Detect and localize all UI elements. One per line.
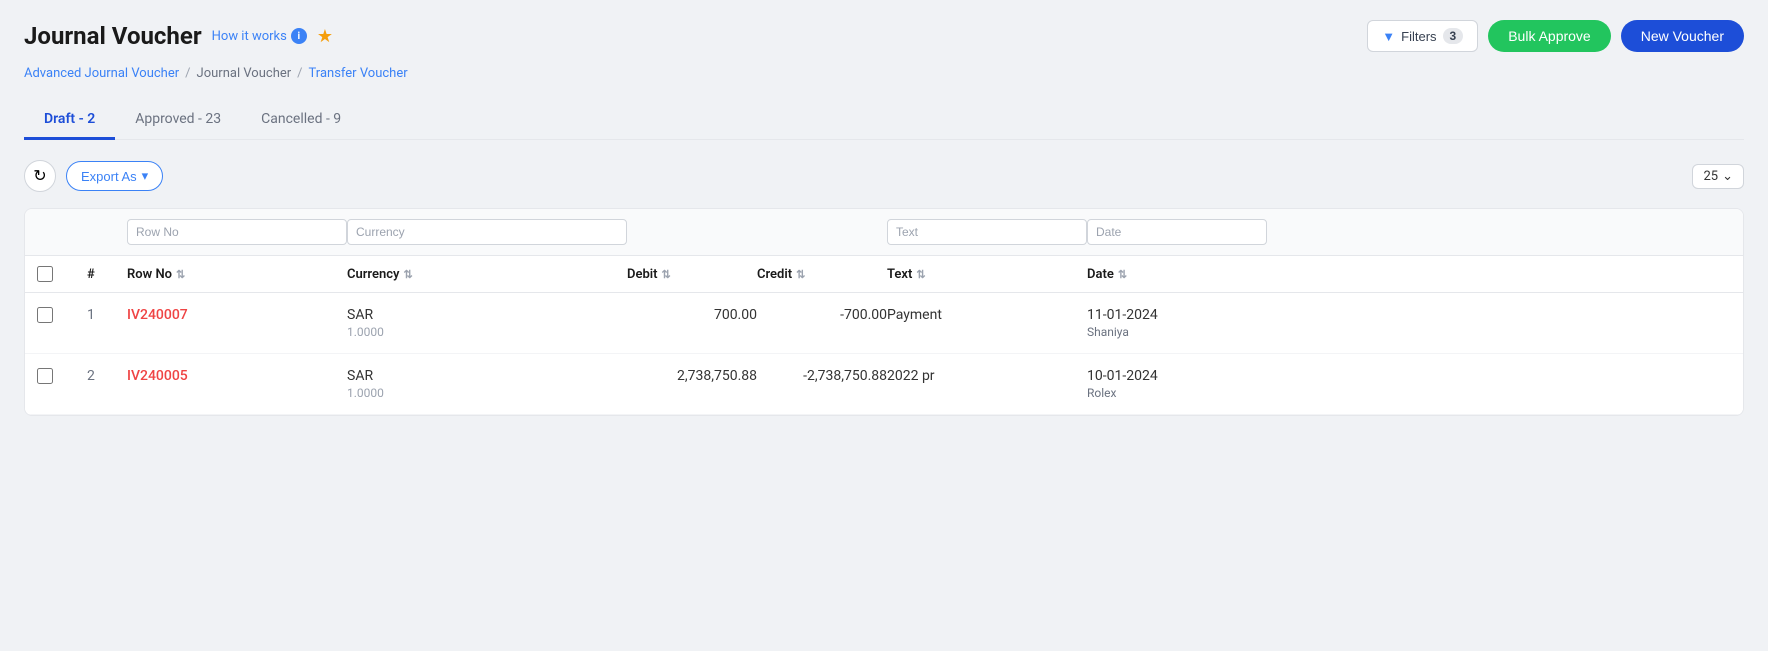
breadcrumb-current: Journal Voucher <box>197 66 292 81</box>
row-1-currency-rate: 1.0000 <box>347 325 627 339</box>
filters-label: Filters <box>1401 29 1436 44</box>
sort-debit-icon[interactable]: ⇅ <box>662 268 671 281</box>
breadcrumb: Advanced Journal Voucher / Journal Vouch… <box>24 66 1744 81</box>
col-header-row-no: Row No ⇅ <box>127 266 347 282</box>
page-title: Journal Voucher <box>24 22 202 50</box>
new-voucher-button[interactable]: New Voucher <box>1621 20 1744 52</box>
sort-date-icon[interactable]: ⇅ <box>1118 268 1127 281</box>
refresh-icon: ↻ <box>33 166 46 186</box>
col-header-hash: # <box>87 266 127 282</box>
breadcrumb-transfer-link[interactable]: Transfer Voucher <box>309 66 408 81</box>
per-page-value: 25 <box>1703 169 1718 184</box>
col-header-debit: Debit ⇅ <box>627 266 757 282</box>
row-2-credit: -2,738,750.88 <box>757 368 887 384</box>
row-2-num: 2 <box>87 368 127 384</box>
filters-button[interactable]: ▼ Filters 3 <box>1367 20 1478 52</box>
breadcrumb-sep-1: / <box>185 66 190 81</box>
chevron-down-icon: ▾ <box>142 168 149 184</box>
sort-text-icon[interactable]: ⇅ <box>916 268 925 281</box>
row-1-credit: -700.00 <box>757 307 887 323</box>
col-header-currency: Currency ⇅ <box>347 266 627 282</box>
export-as-label: Export As <box>81 169 137 184</box>
info-icon: i <box>291 28 307 44</box>
how-it-works-link[interactable]: How it works i <box>212 28 307 44</box>
row-2-currency-rate: 1.0000 <box>347 386 627 400</box>
per-page-chevron-icon: ⌄ <box>1722 169 1733 184</box>
sort-credit-icon[interactable]: ⇅ <box>796 268 805 281</box>
filter-icon: ▼ <box>1382 29 1395 44</box>
breadcrumb-sep-2: / <box>297 66 302 81</box>
row-no-filter-input[interactable] <box>127 219 347 245</box>
row-1-debit: 700.00 <box>627 307 757 323</box>
sort-currency-icon[interactable]: ⇅ <box>403 268 412 281</box>
row-1-currency-cell: SAR 1.0000 <box>347 307 627 339</box>
favorite-star-icon[interactable]: ★ <box>317 26 333 47</box>
filters-count-badge: 3 <box>1443 28 1464 44</box>
col-header-text: Text ⇅ <box>887 266 1087 282</box>
header-actions: ▼ Filters 3 Bulk Approve New Voucher <box>1367 20 1744 52</box>
toolbar: ↻ Export As ▾ 25 ⌄ <box>24 160 1744 192</box>
row-1-num: 1 <box>87 307 127 323</box>
tab-approved[interactable]: Approved - 23 <box>115 101 241 140</box>
filter-row <box>25 209 1743 256</box>
row-1-date: 11-01-2024 <box>1087 307 1267 323</box>
col-header-date: Date ⇅ <box>1087 266 1267 282</box>
date-filter-input[interactable] <box>1087 219 1267 245</box>
row-2-currency: SAR <box>347 368 627 384</box>
sort-row-no-icon[interactable]: ⇅ <box>176 268 185 281</box>
row-1-text: Payment <box>887 307 1087 323</box>
per-page-selector[interactable]: 25 ⌄ <box>1692 164 1744 189</box>
col-header-credit: Credit ⇅ <box>757 266 887 282</box>
tab-cancelled[interactable]: Cancelled - 9 <box>241 101 361 140</box>
row-2-date-cell: 10-01-2024 Rolex <box>1087 368 1267 400</box>
row-1-currency: SAR <box>347 307 627 323</box>
export-as-button[interactable]: Export As ▾ <box>66 161 163 191</box>
row-2-checkbox[interactable] <box>37 368 53 384</box>
row-2-date-sub: Rolex <box>1087 386 1267 400</box>
refresh-button[interactable]: ↻ <box>24 160 56 192</box>
text-filter-input[interactable] <box>887 219 1087 245</box>
row-2-debit: 2,738,750.88 <box>627 368 757 384</box>
row-1-date-sub: Shaniya <box>1087 325 1267 339</box>
table-row: 2 IV240005 SAR 1.0000 2,738,750.88 -2,73… <box>25 354 1743 415</box>
tabs-container: Draft - 2 Approved - 23 Cancelled - 9 <box>24 101 1744 140</box>
breadcrumb-advanced-link[interactable]: Advanced Journal Voucher <box>24 66 179 81</box>
currency-filter-input[interactable] <box>347 219 627 245</box>
row-1-date-cell: 11-01-2024 Shaniya <box>1087 307 1267 339</box>
column-headers: # Row No ⇅ Currency ⇅ Debit ⇅ Credit ⇅ T… <box>25 256 1743 293</box>
bulk-approve-button[interactable]: Bulk Approve <box>1488 20 1611 52</box>
row-1-link[interactable]: IV240007 <box>127 307 188 323</box>
row-2-link[interactable]: IV240005 <box>127 368 188 384</box>
select-all-checkbox[interactable] <box>37 266 53 282</box>
row-2-currency-cell: SAR 1.0000 <box>347 368 627 400</box>
table-row: 1 IV240007 SAR 1.0000 700.00 -700.00 Pay… <box>25 293 1743 354</box>
data-table: # Row No ⇅ Currency ⇅ Debit ⇅ Credit ⇅ T… <box>24 208 1744 416</box>
tab-draft[interactable]: Draft - 2 <box>24 101 115 140</box>
how-it-works-label: How it works <box>212 29 287 44</box>
row-2-text: 2022 pr <box>887 368 1087 384</box>
row-2-date: 10-01-2024 <box>1087 368 1267 384</box>
row-1-checkbox[interactable] <box>37 307 53 323</box>
